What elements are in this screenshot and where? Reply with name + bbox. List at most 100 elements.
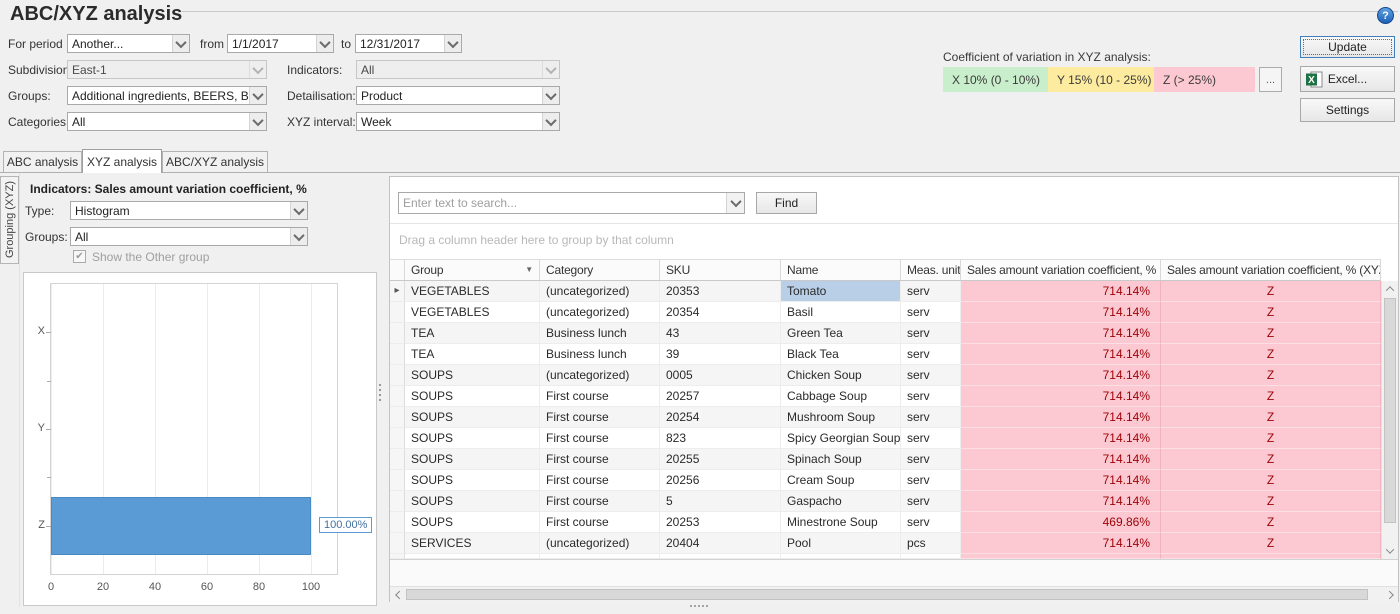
cell-category[interactable]: Business lunch — [540, 344, 660, 365]
cell-coeff[interactable]: 714.14% — [961, 407, 1161, 428]
group-by-drop-area[interactable]: Drag a column header here to group by th… — [399, 233, 674, 247]
cell-category[interactable]: Business lunch — [540, 323, 660, 344]
cell-category[interactable]: First course — [540, 449, 660, 470]
cell-group[interactable]: SOUPS — [405, 470, 540, 491]
cell-coeff[interactable]: 714.14% — [961, 302, 1161, 323]
search-input[interactable] — [399, 193, 726, 213]
tab-xyz-analysis[interactable]: XYZ analysis — [82, 149, 162, 173]
cell-unit[interactable]: serv — [901, 449, 961, 470]
grouping-xyz-vertical-tab[interactable]: Grouping (XYZ) — [0, 176, 19, 264]
cell-category[interactable]: (uncategorized) — [540, 365, 660, 386]
cell-coeff[interactable]: 714.14% — [961, 470, 1161, 491]
find-button[interactable]: Find — [756, 192, 817, 214]
cell-xyz[interactable]: Z — [1161, 449, 1381, 470]
cell-sku[interactable]: 43 — [660, 323, 781, 344]
cell-group[interactable]: SOUPS — [405, 386, 540, 407]
scroll-left-button[interactable] — [390, 587, 405, 602]
settings-button[interactable]: Settings — [1300, 98, 1395, 122]
xyz-interval-select[interactable]: Week — [356, 112, 560, 131]
cell-sku[interactable]: 20353 — [660, 281, 781, 302]
bottom-splitter-grip[interactable] — [690, 605, 708, 607]
cell-group[interactable]: TEA — [405, 323, 540, 344]
cell-unit[interactable]: serv — [901, 428, 961, 449]
table-row[interactable]: TEABusiness lunch43Green Teaserv714.14%Z — [390, 323, 1381, 344]
cell-group[interactable]: SOUPS — [405, 407, 540, 428]
cell-coeff[interactable]: 714.14% — [961, 344, 1161, 365]
cell-category[interactable]: First course — [540, 386, 660, 407]
cell-coeff[interactable]: 714.14% — [961, 365, 1161, 386]
table-row[interactable]: SERVICES(uncategorized)20404Poolpcs714.1… — [390, 533, 1381, 554]
cell-name[interactable]: Mushroom Soup — [781, 407, 901, 428]
horizontal-scrollbar[interactable] — [390, 586, 1398, 602]
cell-category[interactable]: First course — [540, 407, 660, 428]
cell-sku[interactable]: 20253 — [660, 512, 781, 533]
tab-abc-analysis[interactable]: ABC analysis — [3, 151, 82, 172]
cell-category[interactable]: (uncategorized) — [540, 533, 660, 554]
header-category[interactable]: Category — [540, 260, 660, 280]
cell-group[interactable]: SOUPS — [405, 491, 540, 512]
cell-sku[interactable]: 5 — [660, 491, 781, 512]
cell-sku[interactable]: 20257 — [660, 386, 781, 407]
header-meas-unit[interactable]: Meas. unit — [901, 260, 961, 280]
table-row[interactable]: SOUPSFirst course823Spicy Georgian Soups… — [390, 428, 1381, 449]
header-coeff[interactable]: Sales amount variation coefficient, % — [961, 260, 1161, 280]
cell-category[interactable]: (uncategorized) — [540, 302, 660, 323]
cell-unit[interactable]: serv — [901, 302, 961, 323]
cell-unit[interactable]: serv — [901, 344, 961, 365]
cell-sku[interactable]: 20255 — [660, 449, 781, 470]
legend-more-button[interactable]: ... — [1259, 67, 1282, 92]
period-select[interactable]: Another... — [67, 34, 190, 53]
cell-unit[interactable]: serv — [901, 386, 961, 407]
header-sku[interactable]: SKU — [660, 260, 781, 280]
cell-xyz[interactable]: Z — [1161, 281, 1381, 302]
cell-group[interactable]: SOUPS — [405, 365, 540, 386]
table-row[interactable]: SOUPS(uncategorized)0005Chicken Soupserv… — [390, 365, 1381, 386]
cell-name[interactable]: Basil — [781, 302, 901, 323]
horizontal-scroll-thumb[interactable] — [406, 589, 1368, 600]
table-row[interactable]: SOUPSFirst course20254Mushroom Soupserv7… — [390, 407, 1381, 428]
cell-category[interactable]: First course — [540, 512, 660, 533]
cell-name[interactable]: Spinach Soup — [781, 449, 901, 470]
cell-unit[interactable]: serv — [901, 470, 961, 491]
table-row[interactable]: VEGETABLES(uncategorized)20354Basilserv7… — [390, 302, 1381, 323]
vertical-scroll-thumb[interactable] — [1384, 298, 1396, 523]
cell-name[interactable]: Minestrone Soup — [781, 512, 901, 533]
header-coeff-xyz[interactable]: Sales amount variation coefficient, % (X… — [1161, 260, 1381, 280]
chart-type-select[interactable]: Histogram — [70, 201, 308, 220]
cell-group[interactable]: VEGETABLES — [405, 281, 540, 302]
cell-name[interactable]: Cream Soup — [781, 470, 901, 491]
cell-sku[interactable]: 20354 — [660, 302, 781, 323]
cell-name[interactable]: Cabbage Soup — [781, 386, 901, 407]
chart-groups-select[interactable]: All — [70, 227, 308, 246]
cell-coeff[interactable]: 714.14% — [961, 386, 1161, 407]
cell-unit[interactable]: serv — [901, 323, 961, 344]
groups-select[interactable]: Additional ingredients, BEERS, BEV... — [67, 86, 267, 105]
cell-category[interactable]: First course — [540, 470, 660, 491]
cell-sku[interactable]: 0005 — [660, 365, 781, 386]
excel-button[interactable]: X Excel... — [1300, 66, 1395, 92]
cell-category[interactable]: First course — [540, 491, 660, 512]
from-date-field[interactable]: 1/1/2017 — [227, 34, 334, 53]
cell-group[interactable]: SOUPS — [405, 428, 540, 449]
cell-coeff[interactable]: 714.14% — [961, 491, 1161, 512]
scroll-up-button[interactable] — [1382, 281, 1398, 297]
cell-category[interactable]: First course — [540, 428, 660, 449]
cell-sku[interactable]: 823 — [660, 428, 781, 449]
cell-name[interactable]: Pool — [781, 533, 901, 554]
detailisation-select[interactable]: Product — [356, 86, 560, 105]
categories-select[interactable]: All — [67, 112, 267, 131]
cell-group[interactable]: SERVICES — [405, 533, 540, 554]
cell-xyz[interactable]: Z — [1161, 344, 1381, 365]
table-row[interactable]: ▸VEGETABLES(uncategorized)20353Tomatoser… — [390, 281, 1381, 302]
cell-name[interactable]: Tomato — [781, 281, 901, 302]
table-row[interactable]: SOUPSFirst course20257Cabbage Soupserv71… — [390, 386, 1381, 407]
cell-unit[interactable]: serv — [901, 365, 961, 386]
cell-name[interactable]: Chicken Soup — [781, 365, 901, 386]
header-name[interactable]: Name — [781, 260, 901, 280]
cell-xyz[interactable]: Z — [1161, 386, 1381, 407]
cell-unit[interactable]: serv — [901, 491, 961, 512]
cell-xyz[interactable]: Z — [1161, 428, 1381, 449]
cell-name[interactable]: Green Tea — [781, 323, 901, 344]
help-icon[interactable]: ? — [1377, 7, 1394, 24]
header-group[interactable]: Group ▼ — [405, 260, 540, 280]
